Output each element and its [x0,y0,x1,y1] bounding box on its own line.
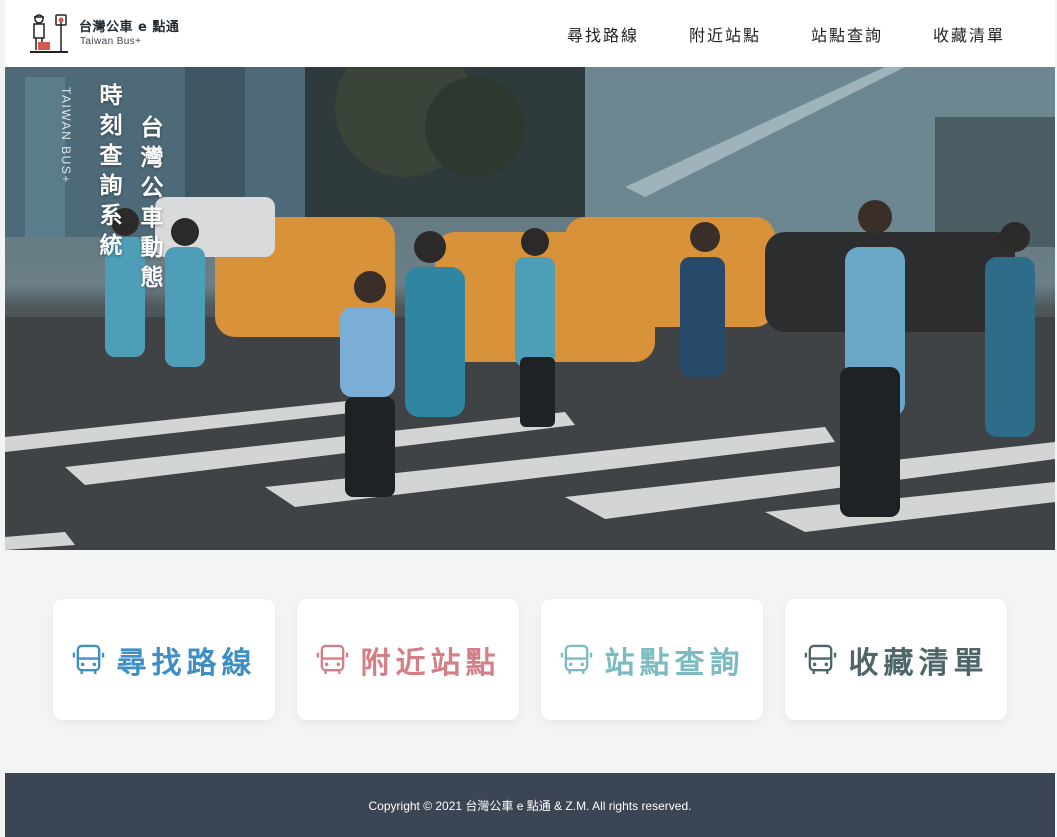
bus-icon [804,644,836,675]
card-label: 站點查詢 [604,645,745,681]
brand-title: 台灣公車 e 點通 [79,20,180,35]
bus-icon [316,644,348,675]
card-favorites[interactable]: 收藏清單 [785,599,1007,720]
hero-title-line2: 台灣公車動態 [136,115,162,295]
nav-stop-search[interactable]: 站點查詢 [811,22,883,46]
hero-banner: TAIWAN BUS+ 時刻查詢系統 台灣公車動態 [5,67,1055,550]
card-nearby-stops[interactable]: 附近站點 [297,599,519,720]
card-label: 尋找路線 [116,645,257,681]
nav-find-route[interactable]: 尋找路線 [567,22,639,46]
card-label: 收藏清單 [848,645,989,681]
hero-title-line1: 時刻查詢系統 [95,83,121,263]
nav-nearby-stops[interactable]: 附近站點 [689,22,761,46]
main-nav: 尋找路線 附近站點 站點查詢 收藏清單 [517,22,1005,46]
copyright-text: Copyright © 2021 台灣公車 e 點通 & Z.M. All ri… [368,798,692,813]
footer: Copyright © 2021 台灣公車 e 點通 & Z.M. All ri… [5,773,1055,837]
bus-icon [560,644,592,675]
nav-favorites[interactable]: 收藏清單 [933,22,1005,46]
card-label: 附近站點 [360,645,501,681]
bus-icon [72,644,104,675]
card-stop-search[interactable]: 站點查詢 [541,599,763,720]
brand-subtitle: Taiwan Bus+ [80,36,142,47]
feature-cards: 尋找路線 附近站點 站點查詢 收藏清單 [53,599,1029,720]
hero-english-title: TAIWAN BUS+ [59,87,73,184]
card-find-route[interactable]: 尋找路線 [53,599,275,720]
logo-icon[interactable] [27,12,75,56]
page: 台灣公車 e 點通 Taiwan Bus+ 尋找路線 附近站點 站點查詢 收藏清… [5,0,1055,837]
header: 台灣公車 e 點通 Taiwan Bus+ 尋找路線 附近站點 站點查詢 收藏清… [5,0,1055,67]
